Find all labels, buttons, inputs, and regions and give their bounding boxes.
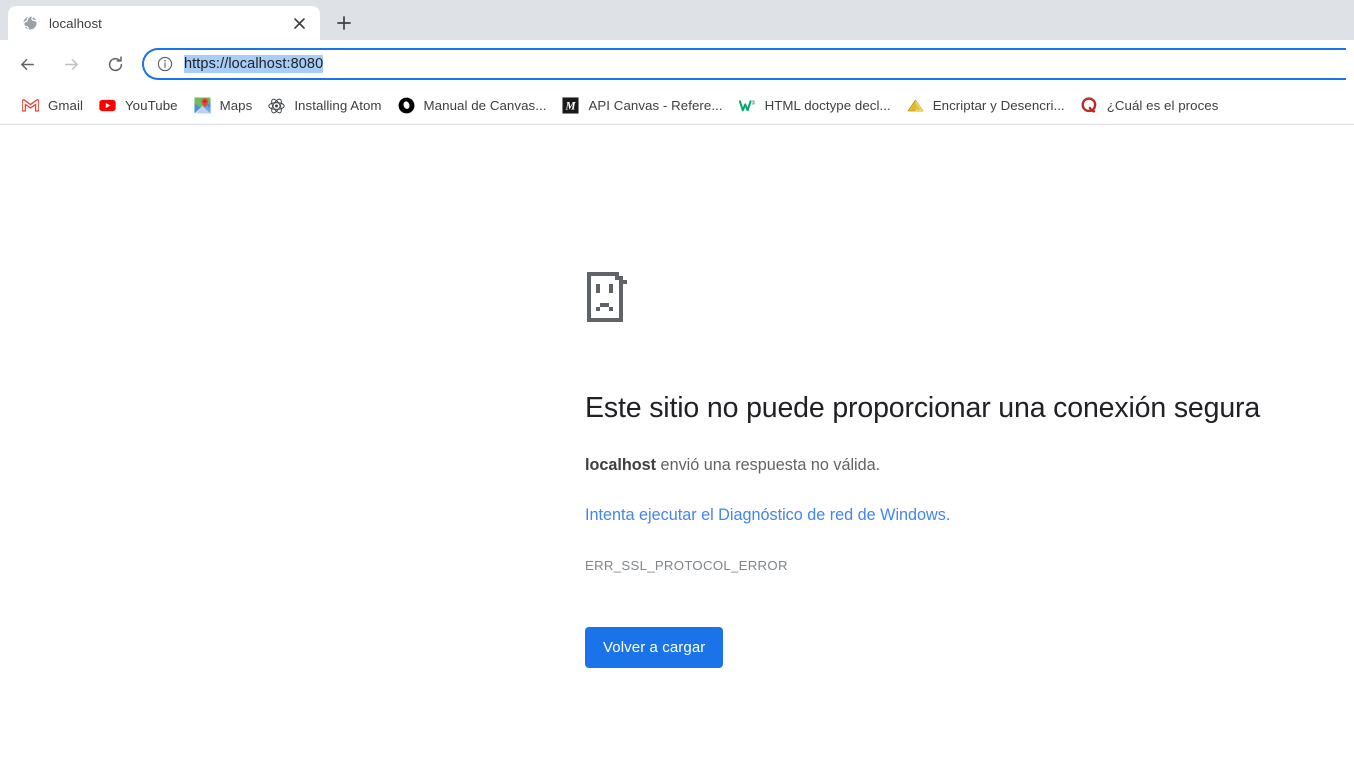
bookmarks-bar: Gmail YouTube Maps Installing Atom Manua… [0,88,1354,124]
bookmark-encriptar[interactable]: Encriptar y Desencri... [899,93,1073,119]
forward-button[interactable] [56,49,86,79]
close-icon[interactable] [288,12,310,34]
bookmark-label: Manual de Canvas... [423,98,547,113]
reload-button[interactable] [100,49,130,79]
bookmark-label: Encriptar y Desencri... [932,98,1065,113]
youtube-icon [99,97,116,114]
bookmark-label: Maps [219,98,253,113]
error-code: ERR_SSL_PROTOCOL_ERROR [585,557,788,573]
bookmark-label: ¿Cuál es el proces [1106,98,1219,113]
bookmark-label: Installing Atom [294,98,382,113]
page-title: Este sitio no puede proporcionar una con… [585,392,1261,424]
bookmark-gmail[interactable]: Gmail [14,93,91,119]
gmail-icon [22,97,39,114]
bookmark-api-canvas[interactable]: M API Canvas - Refere... [554,93,730,119]
browser-window: localhost https://localhost:8080 Gmail Y… [0,0,1354,783]
browser-tab-localhost[interactable]: localhost [8,6,320,40]
bookmark-installing-atom[interactable]: Installing Atom [260,93,389,119]
error-description: localhost envió una respuesta no válida. [585,453,1325,477]
browser-toolbar: https://localhost:8080 [0,40,1354,88]
new-tab-button[interactable] [330,9,358,37]
page-content: Este sitio no puede proporcionar una con… [0,125,1354,782]
m-square-icon: M [562,97,579,114]
w3schools-icon: 3 [738,97,756,114]
info-circle-icon[interactable] [156,55,174,73]
error-description-rest: envió una respuesta no válida. [656,456,881,475]
globe-icon [22,15,38,31]
back-button[interactable] [12,49,42,79]
svg-text:3: 3 [751,100,754,106]
bookmark-label: Gmail [48,98,83,113]
bookmark-html-doctype[interactable]: 3 HTML doctype decl... [731,93,899,119]
tab-title: localhost [49,15,102,31]
google-maps-icon [194,97,211,114]
svg-text:M: M [565,100,577,112]
bookmark-youtube[interactable]: YouTube [91,93,186,119]
mdn-icon [398,97,415,114]
yellow-triangle-icon [907,97,924,114]
error-host: localhost [585,456,657,475]
bookmark-label: YouTube [124,98,178,113]
address-bar[interactable]: https://localhost:8080 [142,48,1346,80]
error-container: Este sitio no puede proporcionar una con… [585,270,1325,668]
network-diagnostics-link[interactable]: Intenta ejecutar el Diagnóstico de red d… [585,503,1325,527]
quora-icon [1081,97,1098,114]
reload-page-button[interactable]: Volver a cargar [585,626,724,668]
bookmark-label: API Canvas - Refere... [588,98,723,113]
bookmark-manual-de-canvas[interactable]: Manual de Canvas... [390,93,555,119]
address-bar-text[interactable]: https://localhost:8080 [184,55,324,73]
tab-strip: localhost [0,0,1354,40]
sad-page-icon [585,270,633,324]
bookmark-cual-es-el-proceso[interactable]: ¿Cuál es el proces [1073,93,1227,119]
bookmark-maps[interactable]: Maps [186,93,261,119]
bookmark-label: HTML doctype decl... [764,98,891,113]
atom-icon [268,97,285,114]
